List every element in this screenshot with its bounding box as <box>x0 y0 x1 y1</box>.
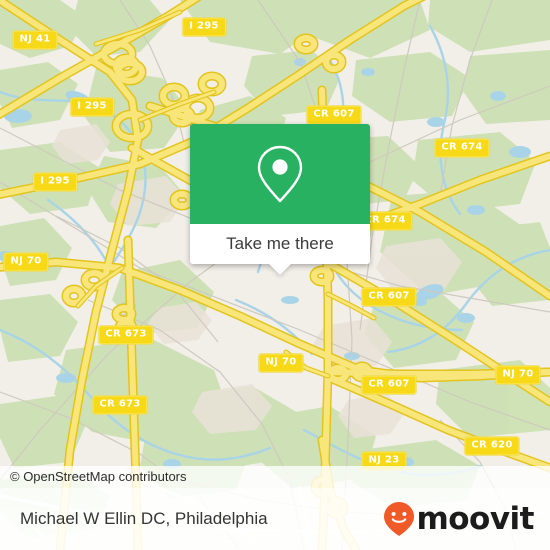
take-me-there-button[interactable]: Take me there <box>190 224 370 264</box>
callout-tail <box>269 264 291 275</box>
footer-bar: Michael W Ellin DC, Philadelphia moovit <box>0 488 550 550</box>
location-pin-icon <box>257 145 303 203</box>
road-shield: NJ 70 <box>3 252 49 272</box>
road-shield: CR 607 <box>361 287 417 307</box>
road-shield: CR 673 <box>92 395 148 415</box>
callout-header <box>190 124 370 224</box>
road-shield: I 295 <box>33 172 77 192</box>
map-screenshot: NJ 41 I 295 I 295 I 295 CR 607 CR 674 CR 674 NJ… <box>0 0 550 550</box>
road-shield: NJ 70 <box>495 365 541 385</box>
road-shield: I 295 <box>182 17 226 37</box>
road-shield: CR 607 <box>361 375 417 395</box>
moovit-logo[interactable]: moovit <box>383 501 534 537</box>
road-shield: CR 607 <box>306 105 362 125</box>
road-shield: NJ 41 <box>12 30 58 50</box>
place-title: Michael W Ellin DC, Philadelphia <box>20 509 268 528</box>
moovit-pin-icon <box>384 502 415 536</box>
road-shield: CR 674 <box>434 138 490 158</box>
road-shield: NJ 70 <box>258 353 304 373</box>
moovit-wordmark: moovit <box>416 500 534 537</box>
road-shield: CR 673 <box>98 325 154 345</box>
road-shield: CR 620 <box>464 436 520 456</box>
road-shield: I 295 <box>70 97 114 117</box>
map-attribution: © OpenStreetMap contributors <box>0 466 550 488</box>
location-callout[interactable]: Take me there <box>190 124 370 275</box>
